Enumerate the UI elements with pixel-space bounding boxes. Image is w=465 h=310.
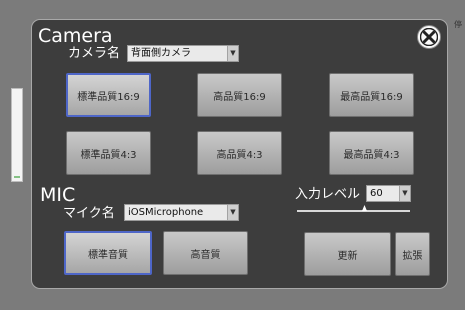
expand-button[interactable]: 拡張 [395, 232, 430, 276]
camera-high-4-3-button[interactable]: 高品質4:3 [197, 131, 282, 175]
mic-name-label: マイク名 [63, 206, 115, 221]
input-level-select[interactable]: 60 ▼ [366, 185, 411, 202]
update-button[interactable]: 更新 [304, 232, 391, 276]
camera-select-value: 背面側カメラ [131, 48, 191, 59]
chevron-down-icon: ▼ [227, 46, 238, 61]
mic-select-value: iOSMicrophone [128, 207, 204, 218]
input-level-label: 入力レベル [295, 187, 361, 202]
side-scrollbar[interactable] [11, 88, 23, 182]
input-level-value: 60 [370, 188, 383, 199]
camera-name-label: カメラ名 [68, 46, 121, 61]
mic-standard-quality-button[interactable]: 標準音質 [64, 231, 152, 275]
mic-section-title: MIC [40, 184, 76, 206]
camera-select[interactable]: 背面側カメラ ▼ [127, 45, 239, 62]
close-button[interactable] [417, 25, 441, 49]
input-level-slider-thumb[interactable] [362, 205, 368, 211]
camera-highest-4-3-button[interactable]: 最高品質4:3 [329, 131, 414, 175]
input-level-slider-track[interactable] [297, 210, 410, 212]
camera-section-title: Camera [38, 25, 113, 47]
camera-high-16-9-button[interactable]: 高品質16:9 [197, 73, 282, 117]
chevron-down-icon: ▼ [399, 186, 410, 201]
close-icon [420, 28, 438, 46]
edge-label: 停 [454, 20, 462, 29]
chevron-down-icon: ▼ [227, 205, 238, 220]
mic-select[interactable]: iOSMicrophone ▼ [124, 204, 239, 221]
camera-standard-16-9-button[interactable]: 標準品質16:9 [66, 73, 151, 117]
mic-high-quality-button[interactable]: 高音質 [163, 231, 248, 275]
camera-highest-16-9-button[interactable]: 最高品質16:9 [329, 73, 414, 117]
camera-standard-4-3-button[interactable]: 標準品質4:3 [66, 131, 151, 175]
